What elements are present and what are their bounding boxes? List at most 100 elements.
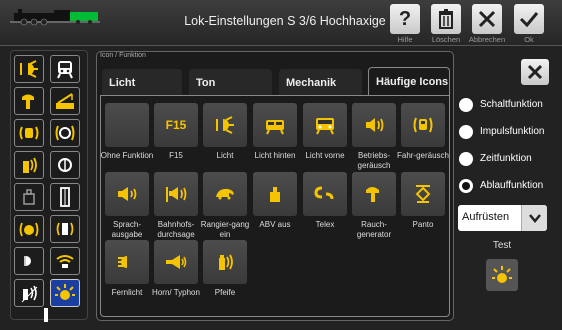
function-slot-crane[interactable]: [50, 87, 80, 115]
light-rear-icon: [266, 120, 284, 135]
function-slot-wheel-sound[interactable]: [50, 119, 80, 147]
icon-option-telex[interactable]: [303, 172, 347, 216]
function-slot-light[interactable]: [14, 55, 44, 83]
check-icon: [519, 12, 539, 28]
station-announcement-icon: [166, 187, 187, 202]
tab-mechanik[interactable]: Mechanik: [279, 69, 362, 96]
icon-label: ABV aus: [259, 220, 291, 229]
icon-label: Licht: [216, 151, 234, 160]
function-slot-coupler[interactable]: [50, 151, 80, 179]
icon-option-fahrgeraeusch[interactable]: [401, 103, 445, 147]
question-icon: ?: [398, 7, 412, 30]
icon-option-rangiergang[interactable]: [203, 172, 247, 216]
icon-label: Telex: [315, 220, 335, 229]
tab-ton[interactable]: Ton: [189, 69, 272, 96]
test-button[interactable]: [486, 259, 518, 291]
shunting-icon: [216, 188, 234, 200]
smoke-icon: [366, 187, 379, 202]
light-icon: [216, 116, 234, 134]
icon-label: F15: [169, 151, 183, 160]
icon-option-f15[interactable]: F15: [154, 103, 198, 147]
radio-label: Zeitfunktion: [480, 153, 532, 164]
telex-icon: [314, 186, 334, 200]
bell-icon: [19, 222, 39, 237]
cancel-button[interactable]: [472, 4, 502, 34]
icon-label: Fernlicht: [111, 288, 143, 297]
chevron-down-icon: [528, 214, 541, 223]
icon-option-panto[interactable]: [401, 172, 445, 216]
high-beam-icon: [118, 256, 127, 268]
function-slot-bell[interactable]: [14, 215, 44, 243]
function-slot-driving-sound[interactable]: [14, 119, 44, 147]
delete-button[interactable]: [431, 4, 461, 34]
icon-option-fernlicht[interactable]: [105, 240, 149, 284]
radio-zeitfunktion[interactable]: [459, 152, 473, 166]
door-sound-icon: [56, 222, 74, 236]
radio-label: Impulsfunktion: [480, 126, 545, 137]
help-button[interactable]: ?: [390, 4, 420, 34]
door-icon: [60, 187, 70, 207]
light-icon: [20, 60, 38, 78]
half-light-icon: [24, 256, 31, 266]
function-slot-smoke[interactable]: [14, 87, 44, 115]
wheel-sound-icon: [55, 125, 75, 141]
function-slot-announce[interactable]: [14, 279, 44, 307]
page-title: Lok-Einstellungen S 3/6 Hochhaxige: [184, 14, 386, 28]
function-slot-door[interactable]: [50, 183, 80, 211]
close-panel-button[interactable]: [521, 59, 549, 85]
trash-icon: [439, 9, 453, 29]
function-slot-weight[interactable]: [14, 183, 44, 211]
panto-icon: [415, 185, 431, 203]
radio-impulsfunktion[interactable]: [459, 125, 473, 139]
icon-label: Horn/ Typhon: [152, 288, 200, 297]
icon-option-pfeife[interactable]: [203, 240, 247, 284]
icon-option-ohne-funktion[interactable]: [105, 103, 149, 147]
icon-option-bahnhofsdurchsage[interactable]: [154, 172, 198, 216]
function-slot-test-selected[interactable]: [50, 279, 80, 307]
select-value: Aufrüsten: [462, 211, 510, 223]
ok-button[interactable]: [514, 4, 544, 34]
flash-icon: [492, 266, 512, 283]
icon-option-sprachausgabe[interactable]: [105, 172, 149, 216]
icon-label: Betriebs-geräusch: [357, 151, 391, 170]
sequence-select[interactable]: Aufrüsten: [458, 205, 547, 231]
icon-label: Bahnhofs-durchsage: [157, 220, 195, 239]
whistle-icon: [23, 157, 37, 173]
icon-option-rauchgenerator[interactable]: [352, 172, 396, 216]
operating-sound-icon: [366, 118, 384, 132]
ok-label: Ok: [524, 35, 534, 44]
icon-option-betriebsgeraeusch[interactable]: [352, 103, 396, 147]
speech-icon: [118, 187, 137, 201]
delete-label: Löschen: [431, 35, 461, 44]
icon-label: Pfeife: [214, 288, 236, 297]
icon-option-licht[interactable]: [203, 103, 247, 147]
abv-icon: [270, 187, 280, 202]
crane-icon: [56, 93, 74, 109]
select-dropdown-button[interactable]: [521, 205, 547, 231]
function-slot-door-sound[interactable]: [50, 215, 80, 243]
icon-label: Ohne Funktion: [100, 151, 154, 160]
function-slot-rear-light[interactable]: [14, 247, 44, 275]
light-front-icon: [316, 118, 334, 135]
function-slot-radio[interactable]: [50, 247, 80, 275]
tab-licht[interactable]: Licht: [102, 69, 182, 96]
icon-option-horn[interactable]: [154, 240, 198, 284]
function-slot-loco[interactable]: [50, 55, 80, 83]
radio-schaltfunktion[interactable]: [459, 98, 473, 112]
driving-sound-icon: [413, 117, 433, 133]
icon-label: Sprach-ausgabe: [111, 220, 143, 239]
icon-option-abv-aus[interactable]: [253, 172, 297, 216]
radio-ablauffunktion[interactable]: [459, 179, 473, 193]
help-label: Hilfe: [397, 35, 413, 44]
driving-sound-icon: [19, 126, 39, 140]
scroll-indicator[interactable]: [44, 308, 48, 322]
icon-option-licht-vorne[interactable]: [303, 103, 347, 147]
icon-label: Rauch-generator: [356, 220, 392, 239]
tab-haeufige-icons[interactable]: Häufige Icons: [368, 67, 450, 96]
function-slot-horn[interactable]: [14, 151, 44, 179]
radio-icon: [56, 255, 74, 268]
icon-label: Licht vorne: [305, 151, 345, 160]
close-icon: [527, 64, 543, 80]
f15-icon: F15: [165, 118, 187, 132]
icon-option-licht-hinten[interactable]: [253, 103, 297, 147]
